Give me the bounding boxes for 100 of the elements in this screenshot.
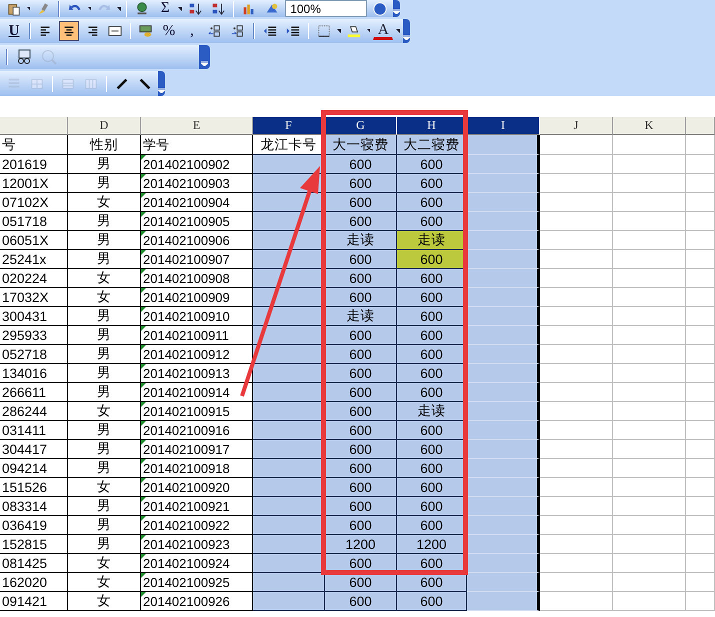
caret-icon[interactable] (88, 6, 92, 10)
table-cell: 201402100924 (141, 554, 253, 573)
function-icon (41, 49, 57, 65)
table-cell (686, 554, 715, 573)
table-cell (686, 193, 715, 212)
table-cell: 201402100922 (141, 516, 253, 535)
table-cell: 男 (68, 516, 141, 535)
decimal-icon (231, 23, 246, 39)
table-cell: 201402100921 (141, 497, 253, 516)
table-cell: 201402100902 (141, 155, 253, 174)
table-cell: 男 (68, 345, 141, 364)
table-cell: 201402100913 (141, 364, 253, 383)
toolbar-grip-icon[interactable] (158, 71, 165, 96)
table-cell (686, 345, 715, 364)
table-cell (686, 250, 715, 269)
toolbar-button[interactable]: , (182, 21, 202, 41)
table-cell: 266611 (0, 383, 68, 402)
column-header[interactable]: D (68, 117, 141, 135)
caret-icon[interactable] (337, 29, 341, 33)
table-cell (686, 288, 715, 307)
table-cell: 1200 (325, 535, 397, 554)
table-cell: 201402100923 (141, 535, 253, 554)
table-cell (686, 231, 715, 250)
table-cell: 男 (68, 326, 141, 345)
caret-icon[interactable] (366, 29, 370, 33)
table-cell (686, 212, 715, 231)
table-cell: 201402100917 (141, 440, 253, 459)
table-cell (686, 535, 715, 554)
brush-icon (36, 0, 50, 16)
column-header[interactable] (686, 117, 715, 135)
table-cell: 036419 (0, 516, 68, 535)
table-cell: 295933 (0, 326, 68, 345)
caret-icon[interactable] (117, 6, 121, 10)
table-cell (686, 516, 715, 535)
table-cell: 600 (325, 326, 397, 345)
toolbar-button[interactable] (58, 21, 79, 41)
table-cell: 201402100911 (141, 326, 253, 345)
table-cell: 男 (68, 440, 141, 459)
column-header[interactable]: J (540, 117, 613, 135)
column-header[interactable]: E (141, 117, 253, 135)
toolbar-button[interactable]: U (4, 21, 24, 41)
table-cell: 201402100910 (141, 307, 253, 326)
caret-icon[interactable] (396, 29, 400, 33)
caret-icon[interactable] (27, 6, 30, 10)
table-cell: 男 (68, 155, 141, 174)
table-cell: 134016 (0, 364, 68, 383)
table-cell (686, 383, 715, 402)
table-cell: 201402100909 (141, 288, 253, 307)
table-cell: 300431 (0, 307, 68, 326)
table-cell: 031411 (0, 421, 68, 440)
table-cell: 201402100907 (141, 250, 253, 269)
column-header[interactable] (0, 117, 68, 135)
table-cell: 男 (68, 459, 141, 478)
column-heading-cell: 大一寝费 (325, 135, 397, 155)
table-cell: 男 (68, 383, 141, 402)
table-cell: 男 (68, 212, 141, 231)
table-cell: 201402100925 (141, 573, 253, 592)
table-cell: 600 (325, 421, 397, 440)
toolbar-grip-icon[interactable] (393, 0, 400, 17)
table-cell: 600 (325, 459, 397, 478)
table-cell: 201402100906 (141, 231, 253, 250)
table-cell: 女 (68, 402, 141, 421)
table-cell (686, 307, 715, 326)
table-cell: 201402100926 (141, 592, 253, 611)
table-cell: 25241x (0, 250, 68, 269)
table-cell: 600 (397, 592, 467, 611)
column-header[interactable]: I (467, 117, 540, 135)
borders-icon (317, 23, 332, 39)
toolbar-button[interactable]: % (159, 21, 180, 41)
decimal-icon (208, 23, 222, 39)
table-cell: 094214 (0, 459, 68, 478)
table-cell: 女 (68, 554, 141, 573)
table-cell (686, 326, 715, 345)
table-cell: 600 (325, 497, 397, 516)
table-cell: 051718 (0, 212, 68, 231)
table-cell: 201402100905 (141, 212, 253, 231)
toolbar-grip-icon[interactable] (403, 19, 410, 43)
table-cell: 06051X (0, 231, 68, 250)
column-heading-cell (686, 135, 715, 155)
zoom-field[interactable]: 100% (285, 0, 367, 17)
table-cell: 201402100903 (141, 174, 253, 193)
table-cell: 走读 (325, 307, 397, 326)
table-cell: 600 (325, 592, 397, 611)
table-cell (686, 497, 715, 516)
caret-icon[interactable] (178, 6, 182, 10)
table-cell (253, 573, 325, 592)
column-heading-cell: 学号 (141, 135, 253, 155)
table-cell: 201402100914 (141, 383, 253, 402)
table-cell: 600 (325, 212, 397, 231)
column-header[interactable]: K (613, 117, 686, 135)
toolbar-button[interactable]: Σ (155, 0, 176, 18)
column-header[interactable]: G (325, 117, 397, 135)
table-cell: 600 (325, 269, 397, 288)
table-cell: 201402100915 (141, 402, 253, 421)
table-cell: 600 (325, 383, 397, 402)
table-cell: 12001X (0, 174, 68, 193)
font-color-button[interactable]: A (373, 22, 394, 40)
table-cell: 17032X (0, 288, 68, 307)
table-cell (253, 592, 325, 611)
toolbar-grip-icon[interactable] (199, 45, 210, 69)
